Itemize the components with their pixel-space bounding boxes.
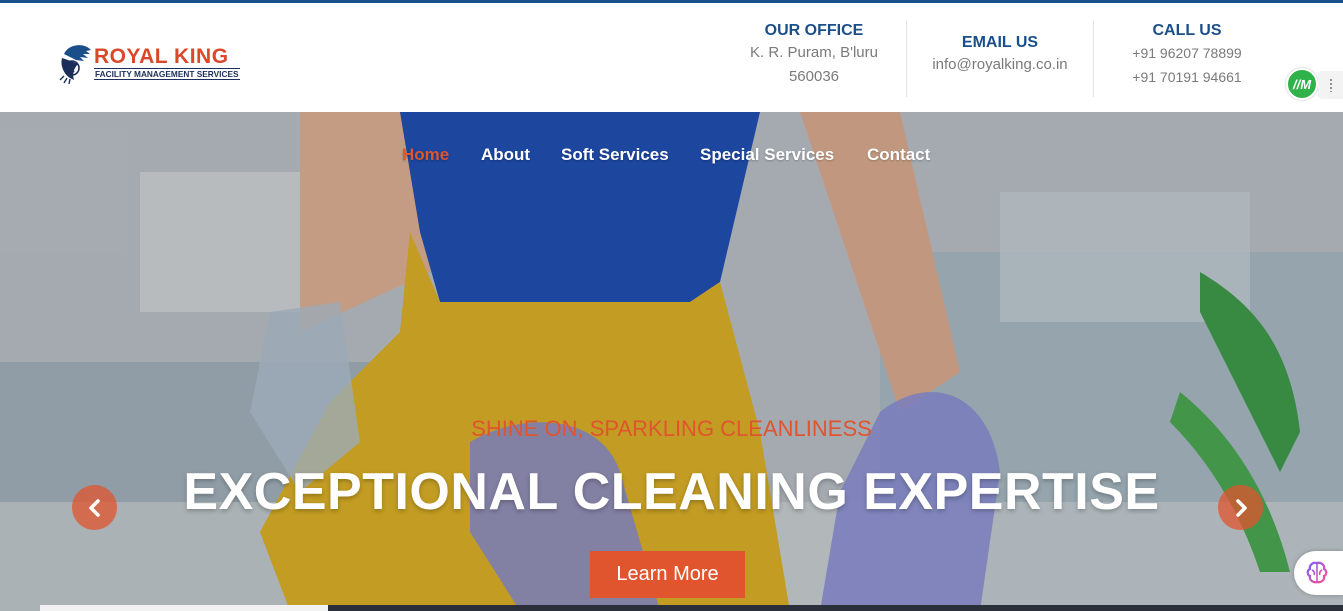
prev-slide-button[interactable] xyxy=(72,485,117,530)
brain-icon xyxy=(1306,561,1328,584)
office-title: OUR OFFICE xyxy=(764,22,864,39)
ai-assistant-button[interactable] xyxy=(1294,551,1343,595)
main-nav: Home About Soft Services Special Service… xyxy=(0,145,1343,169)
email-title: EMAIL US xyxy=(961,34,1039,51)
nav-item-contact[interactable]: Contact xyxy=(867,145,930,165)
brand-tagline: FACILITY MANAGEMENT SERVICES xyxy=(94,67,240,80)
chevron-left-icon xyxy=(88,498,100,517)
hero-headline: EXCEPTIONAL CLEANING EXPERTISE xyxy=(183,463,1160,521)
extension-badge[interactable]: //M xyxy=(1286,68,1318,100)
phone-link-2[interactable]: +91 70191 94661 xyxy=(1106,65,1268,89)
chevron-right-icon xyxy=(1235,498,1247,517)
header-divider xyxy=(1093,21,1094,97)
hero-kicker: SHINE ON, SPARKLING CLEANLINESS xyxy=(471,416,872,441)
office-info: OUR OFFICE K. R. Puram, B'luru 560036 xyxy=(736,21,892,89)
nav-item-about[interactable]: About xyxy=(481,145,530,165)
hero-slider: Home About Soft Services Special Service… xyxy=(0,112,1343,611)
bottom-strip-light xyxy=(40,605,328,611)
phone-link-1[interactable]: +91 96207 78899 xyxy=(1106,41,1268,65)
site-logo[interactable]: ROYAL KING FACILITY MANAGEMENT SERVICES xyxy=(58,37,248,89)
nav-item-home[interactable]: Home xyxy=(402,145,449,165)
bottom-strip xyxy=(40,605,1343,611)
lion-logo-icon xyxy=(58,40,92,86)
nav-item-special-services[interactable]: Special Services xyxy=(700,145,834,165)
learn-more-button[interactable]: Learn More xyxy=(590,551,745,598)
hero-overlay xyxy=(0,112,1343,611)
brand-name: ROYAL KING xyxy=(94,44,229,68)
grip-icon xyxy=(1328,78,1333,92)
call-info: CALL US +91 96207 78899 +91 70191 94661 xyxy=(1106,21,1268,89)
office-address-line1: K. R. Puram, B'luru xyxy=(750,44,878,61)
call-title: CALL US xyxy=(1152,22,1222,39)
email-link[interactable]: info@royalking.co.in xyxy=(916,53,1084,77)
extension-drag-handle[interactable] xyxy=(1318,71,1343,99)
email-info: EMAIL US info@royalking.co.in xyxy=(916,33,1084,77)
header-divider xyxy=(906,21,907,97)
office-address-line2: 560036 xyxy=(788,68,840,85)
site-header: ROYAL KING FACILITY MANAGEMENT SERVICES … xyxy=(0,3,1343,112)
next-slide-button[interactable] xyxy=(1218,485,1263,530)
nav-item-soft-services[interactable]: Soft Services xyxy=(561,145,669,165)
